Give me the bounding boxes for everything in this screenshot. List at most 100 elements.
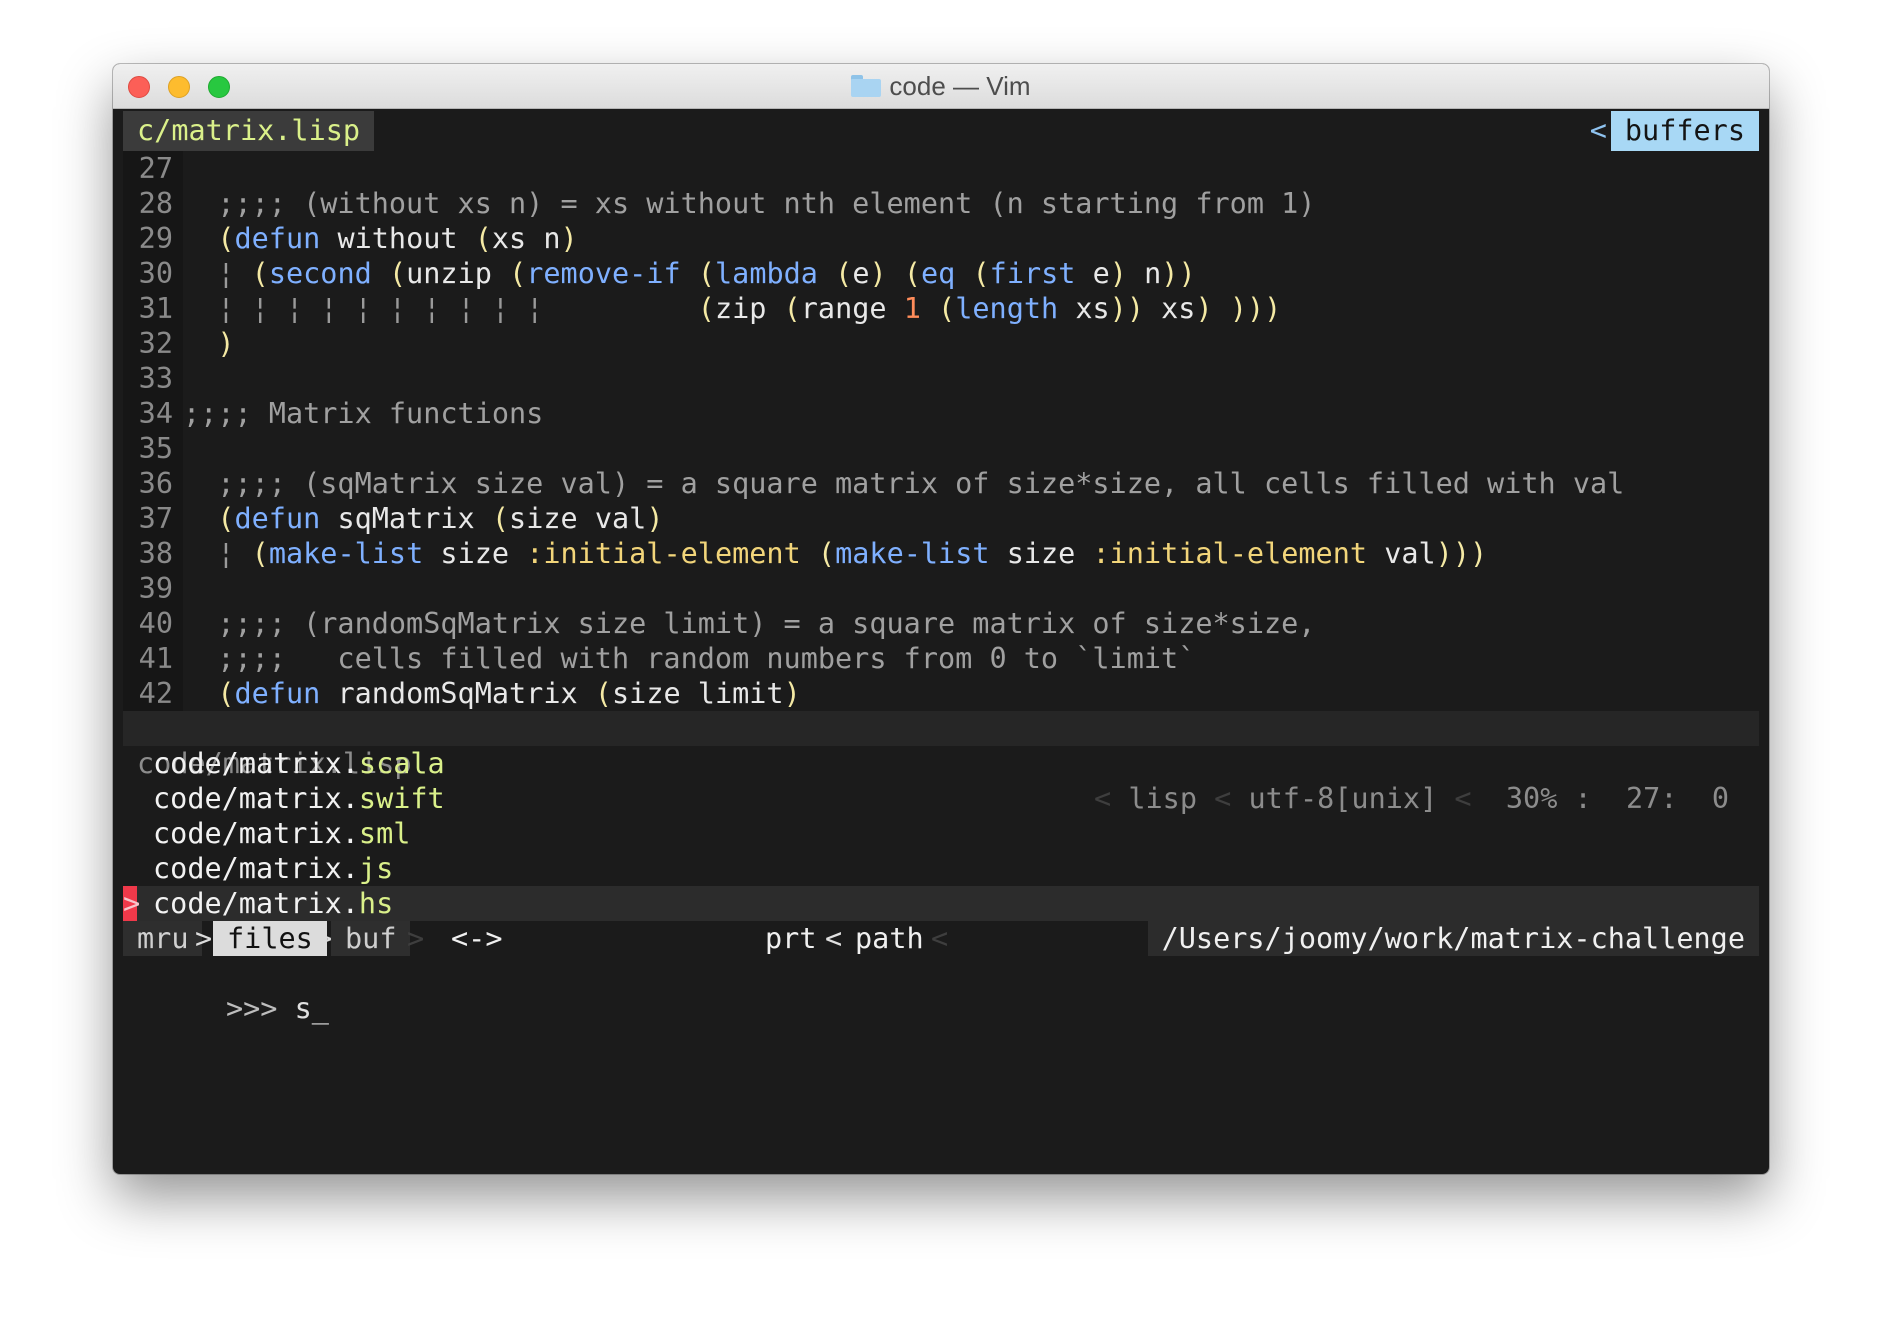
code-line[interactable]: 41 ;;;; cells filled with random numbers… [123,641,1759,676]
code-token: ))) [1229,292,1282,325]
result-item[interactable]: code/matrix.swift [123,781,1759,816]
code-token: make-list [268,537,424,570]
code-token: ( [903,257,921,290]
code-token: ) [560,222,578,255]
code-token: defun [234,677,321,710]
code-token: ( [938,292,956,325]
ctrlp-sep-path: < [931,922,949,955]
code-token: ( [183,502,235,535]
code-token: ;;;; (randomSqMatrix size limit) = a squ… [183,607,1316,640]
result-ext: hs [358,887,394,920]
line-number: 32 [123,326,183,361]
line-number: 37 [123,501,183,536]
code-token: ) [183,327,235,360]
selection-marker [123,781,137,816]
code-token: e [852,257,870,290]
buffers-label[interactable]: buffers [1610,111,1759,151]
code-token: first [989,257,1076,290]
code-token: ) [783,677,801,710]
command-line[interactable]: >>> s_ [123,956,1759,1025]
code-token: ( [835,257,853,290]
result-item-selected[interactable]: > code/matrix.hs [123,886,1759,921]
code-text: (defun sqMatrix (size val) [183,501,663,536]
mode-sep-3: > [407,922,425,955]
code-token: ( [491,502,510,535]
code-token: ( [251,257,269,290]
code-token: e [1075,257,1110,290]
editor-pane[interactable]: 27 28 ;;;; (without xs n) = xs without nt… [123,151,1759,711]
result-stem: code/matrix. [153,747,359,780]
result-stem: code/matrix. [153,782,359,815]
code-token: ;;;; (sqMatrix size val) = a square matr… [183,467,1625,500]
result-item[interactable]: code/matrix.scala [123,746,1759,781]
code-line[interactable]: 34;;;; Matrix functions [123,396,1759,431]
code-line[interactable]: 32 ) [123,326,1759,361]
code-line[interactable]: 30 ¦ (second (unzip (remove-if (lambda (… [123,256,1759,291]
result-path: code/matrix.hs [153,886,393,921]
code-token: unzip [406,257,510,290]
buffers-arrow: < [1589,114,1607,147]
line-number: 30 [123,256,183,291]
code-line[interactable]: 37 (defun sqMatrix (size val) [123,501,1759,536]
mode-buf[interactable]: buf [331,921,411,956]
statusline: code/matrix.lisp < lisp < utf-8[unix] < … [123,711,1759,815]
result-item[interactable]: code/matrix.sml [123,816,1759,851]
title-bar[interactable]: code — Vim [113,64,1769,109]
line-number: 31 [123,291,183,326]
code-token: length [955,292,1059,325]
code-line[interactable]: 39 [123,571,1759,606]
code-token: remove-if [526,257,681,290]
code-line[interactable]: 29 (defun without (xs n) [123,221,1759,256]
tab-active[interactable]: c/matrix.lisp [123,111,375,151]
code-line[interactable]: 27 [123,151,1759,186]
mode-files[interactable]: files [213,921,327,956]
code-line[interactable]: 33 [123,361,1759,396]
ctrlp-results[interactable]: code/matrix.scala code/matrix.swift code/m… [123,746,1759,921]
ctrlp-cwd: /Users/joomy/work/matrix-challenge [1147,921,1759,956]
code-token: ;;;; cells filled with random numbers fr… [183,642,1196,675]
code-token: :initial-element [526,537,801,570]
code-line[interactable]: 28 ;;;; (without xs n) = xs without nth … [123,186,1759,221]
code-token: )) [1109,292,1144,325]
code-token: ( [183,222,235,255]
code-token: second [268,257,372,290]
result-item[interactable]: code/matrix.js [123,851,1759,886]
code-token: ¦ ¦ ¦ ¦ ¦ ¦ ¦ ¦ ¦ ¦ [183,292,698,325]
code-line[interactable]: 40 ;;;; (randomSqMatrix size limit) = a … [123,606,1759,641]
code-text: (defun without (xs n) [183,221,578,256]
selection-marker: > [123,886,141,921]
code-token: 1 [903,292,921,325]
line-number: 28 [123,186,183,221]
code-token: ( [474,222,492,255]
code-line[interactable]: 36 ;;;; (sqMatrix size val) = a square m… [123,466,1759,501]
code-token: randomSqMatrix [320,677,595,710]
terminal-area[interactable]: c/matrix.lisp < buffers 27 28 ;;;; (witho… [123,109,1759,1164]
cmd-input[interactable]: s_ [295,992,329,1025]
line-number: 40 [123,606,183,641]
code-token: without [320,222,475,255]
code-token: ;;;; Matrix functions [183,397,544,430]
code-token: size val [509,502,647,535]
mode-mru[interactable]: mru [123,921,203,956]
code-token: ( [697,292,715,325]
code-token: ) [1109,257,1127,290]
code-line[interactable]: 42 (defun randomSqMatrix (size limit) [123,676,1759,711]
code-text: ;;;; (without xs n) = xs without nth ele… [183,186,1315,221]
mode-sep-1: > [195,922,213,955]
result-path: code/matrix.js [153,851,393,886]
code-token: sqMatrix [320,502,492,535]
code-token: n [1126,257,1162,290]
line-number: 33 [123,361,183,396]
code-line[interactable]: 35 [123,431,1759,466]
code-line[interactable]: 31 ¦ ¦ ¦ ¦ ¦ ¦ ¦ ¦ ¦ ¦ (zip (range 1 (le… [123,291,1759,326]
line-number: 36 [123,466,183,501]
selection-marker [123,816,137,851]
code-line[interactable]: 38 ¦ (make-list size :initial-element (m… [123,536,1759,571]
code-token: ( [697,257,716,290]
result-stem: code/matrix. [153,852,359,885]
code-token: size limit [612,677,784,710]
